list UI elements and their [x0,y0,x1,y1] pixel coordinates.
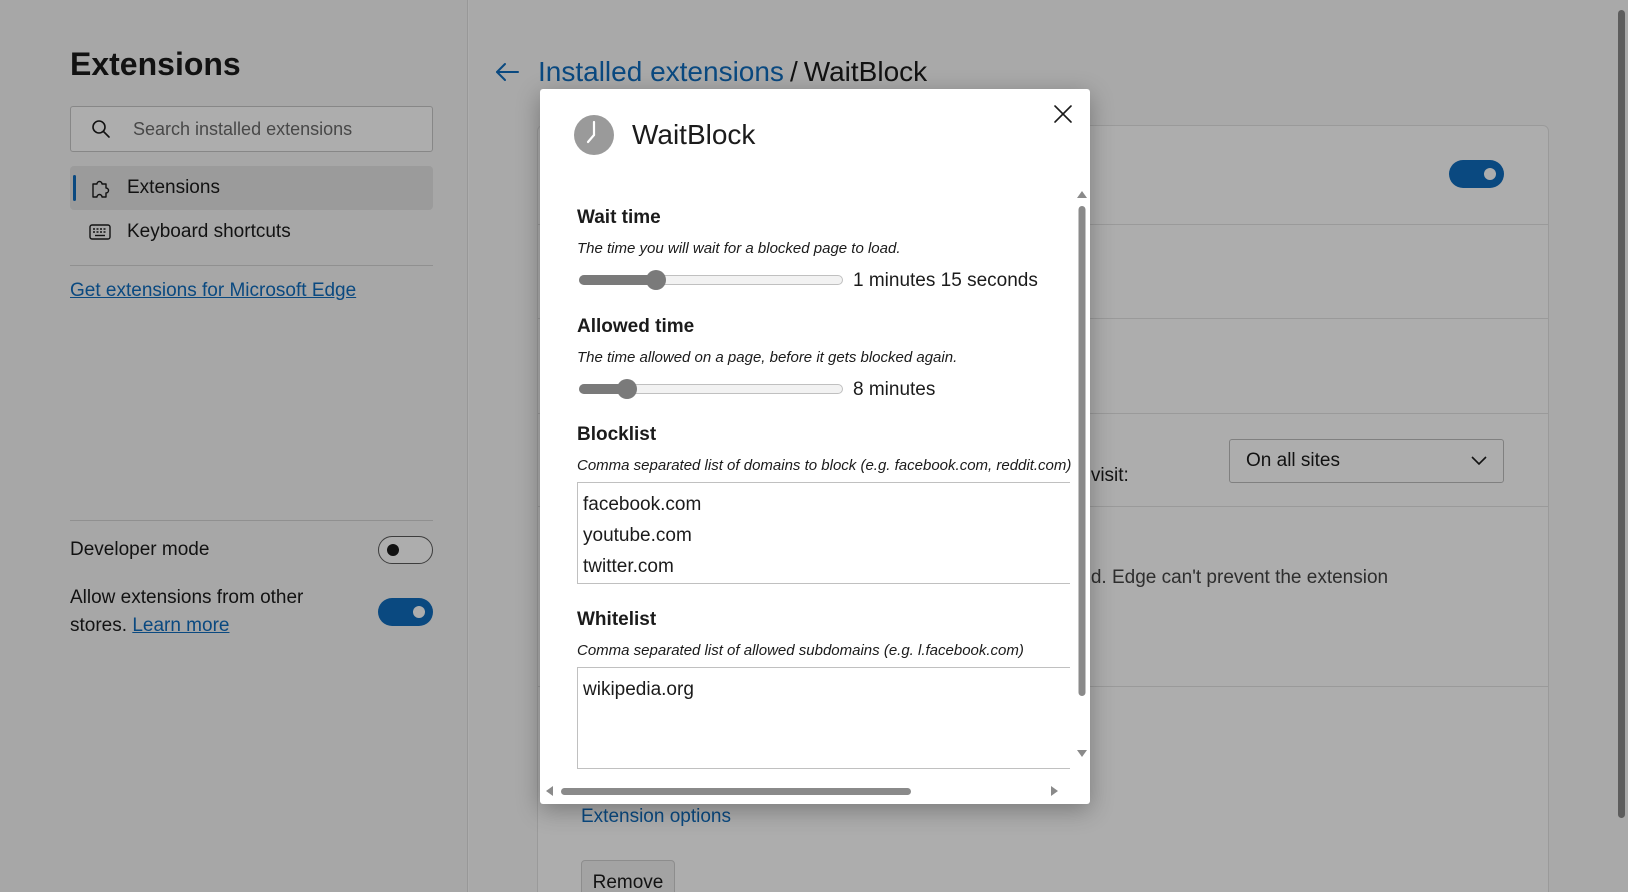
blocklist-title: Blocklist [577,424,657,445]
whitelist-title: Whitelist [577,609,657,630]
blocklist-entry: twitter.com [583,556,674,577]
blocklist-textarea[interactable]: facebook.com youtube.com twitter.com [577,482,1070,584]
allowed-time-slider[interactable] [579,379,843,399]
dialog-title: WaitBlock [632,119,756,150]
scroll-left-icon[interactable] [546,786,553,796]
blocklist-description: Comma separated list of domains to block… [577,457,1072,474]
scroll-thumb[interactable] [561,788,911,795]
dialog-body: Wait time The time you will wait for a b… [540,185,1073,804]
wait-time-slider[interactable] [579,270,843,290]
allowed-time-section: Allowed time The time allowed on a page,… [577,316,957,401]
allowed-time-title: Allowed time [577,316,695,337]
blocklist-entry: youtube.com [583,525,692,546]
scroll-up-icon[interactable] [1077,191,1087,198]
scroll-thumb[interactable] [1078,206,1086,696]
wait-time-value: 1 minutes 15 seconds [853,270,1038,291]
wait-time-title: Wait time [577,207,661,228]
whitelist-textarea[interactable]: wikipedia.org [577,667,1070,769]
allowed-time-description: The time allowed on a page, before it ge… [577,349,958,366]
wait-time-description: The time you will wait for a blocked pag… [577,240,901,257]
dialog-header: WaitBlock [574,115,755,155]
scroll-down-icon[interactable] [1077,750,1087,757]
dialog-vertical-scrollbar[interactable] [1074,188,1090,784]
wait-time-section: Wait time The time you will wait for a b… [577,207,1038,292]
blocklist-section: Blocklist Comma separated list of domain… [577,424,1071,584]
allowed-time-value: 8 minutes [853,379,936,400]
blocklist-entry: facebook.com [583,494,702,515]
slider-thumb[interactable] [646,270,666,290]
whitelist-description: Comma separated list of allowed subdomai… [577,642,1024,659]
clock-icon [574,115,614,155]
whitelist-entry: wikipedia.org [583,679,694,700]
dialog-horizontal-scrollbar[interactable] [540,779,1074,804]
scroll-right-icon[interactable] [1051,786,1058,796]
slider-thumb[interactable] [617,379,637,399]
close-icon[interactable] [1052,103,1074,125]
extension-options-dialog: WaitBlock Wait time The time you will wa… [540,89,1090,804]
whitelist-section: Whitelist Comma separated list of allowe… [577,609,1070,769]
